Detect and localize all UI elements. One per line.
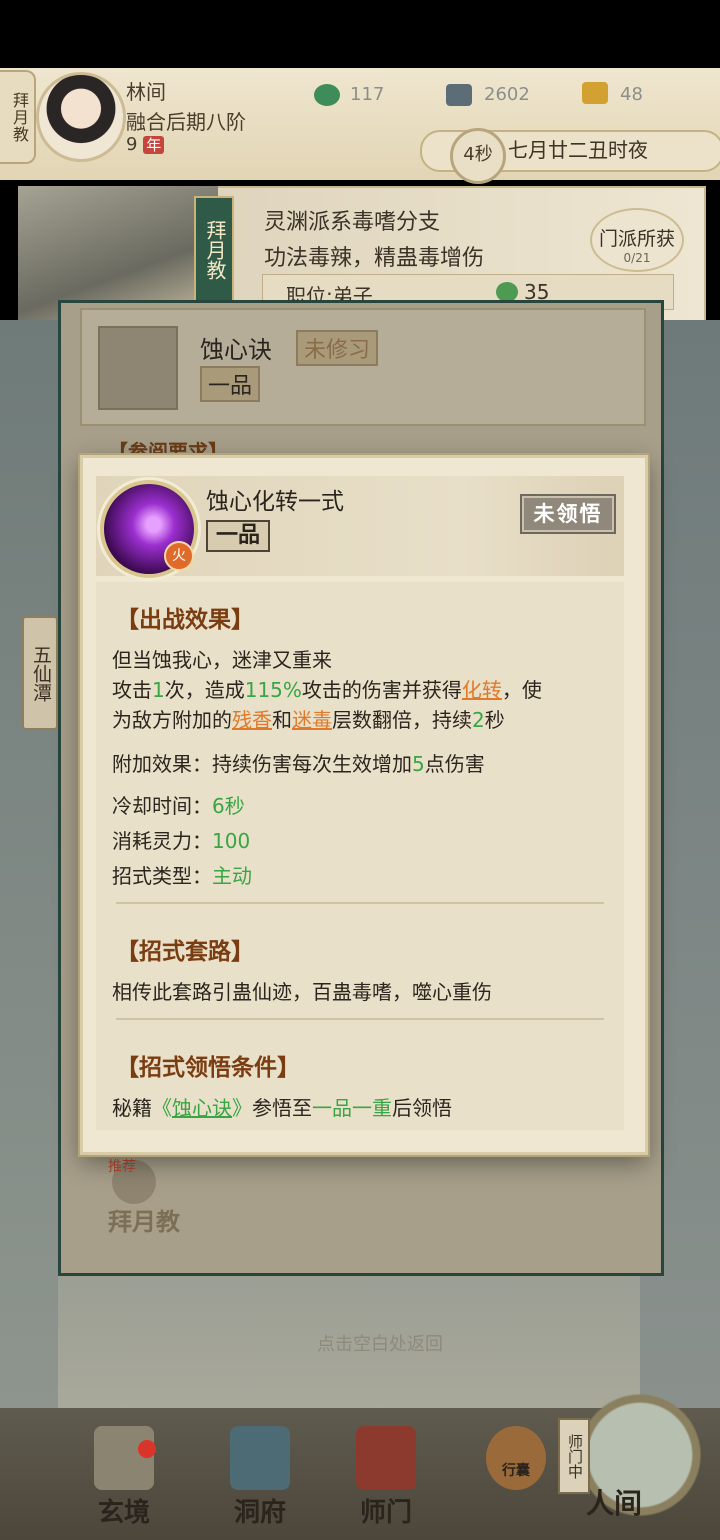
divider [116, 902, 604, 904]
player-name: 林间 [126, 80, 166, 104]
effect-extra: 附加效果：持续伤害每次生效增加5点伤害 [112, 748, 485, 777]
text: 次，造成 [164, 678, 245, 702]
text: 参悟至 [252, 1096, 312, 1120]
mana-row: 消耗灵力：100 [112, 825, 250, 854]
jade-count: 117 [350, 84, 385, 105]
condition-title: 【招式领悟条件】 [116, 1055, 300, 1081]
fire-element-icon: 火 [164, 541, 194, 571]
jade-icon [314, 84, 340, 106]
time-label: 七月廿二丑时夜 [508, 138, 648, 162]
pavilion-icon [230, 1426, 290, 1490]
skill-title: 蚀心化转一式 [206, 489, 344, 515]
recommend-label: 拜月教 [108, 1208, 180, 1236]
left-scenery [0, 320, 58, 1410]
text: 点伤害 [424, 752, 485, 776]
effect-title: 【出战效果】 [116, 607, 254, 633]
text: 为敌方附加的 [112, 708, 232, 732]
keyword-link[interactable]: 化转 [462, 678, 502, 702]
nav-shimen[interactable]: 师门 [346, 1420, 426, 1540]
side-location-tab[interactable]: 五仙潭 [22, 616, 58, 730]
text: 后领悟 [392, 1096, 452, 1120]
nav-dongfu[interactable]: 洞府 [220, 1420, 300, 1540]
nav-renjian-label: 人间 [586, 1487, 643, 1520]
contribution-icon [496, 282, 518, 302]
nav-xuanjing[interactable]: 玄境 [84, 1420, 164, 1540]
effect-line-2: 为敌方附加的残香和迷毒层数翻倍，持续2秒 [112, 704, 505, 733]
sect-rewards-label: 门派所获 [598, 228, 675, 250]
required-level: 一品一重 [312, 1096, 392, 1120]
time-countdown: 4秒 [450, 128, 506, 184]
nav-label: 洞府 [233, 1498, 286, 1528]
cooldown-row: 冷却时间：6秒 [112, 790, 245, 819]
years-value: 9 [126, 134, 138, 155]
player-years: 9 年 [126, 134, 165, 155]
skill-status-badge: 未领悟 [520, 494, 616, 534]
coin-icon [446, 84, 472, 106]
cooldown-value: 6秒 [212, 794, 245, 818]
player-avatar[interactable] [36, 72, 126, 162]
bag-icon [486, 1426, 546, 1490]
keyword-link[interactable]: 迷毒 [292, 708, 332, 732]
text: 攻击的伤害并获得 [301, 678, 462, 702]
text: 层数翻倍，持续 [332, 708, 472, 732]
coin-count: 2602 [484, 84, 530, 105]
hit-count: 1 [152, 678, 165, 702]
nav-label: 行囊 [502, 1463, 530, 1479]
banner-icon [356, 1426, 416, 1490]
trophy-icon [582, 82, 608, 104]
years-unit: 年 [143, 136, 165, 154]
sect-rewards-button[interactable]: 门派所获 0/21 [590, 208, 684, 272]
sect-line-2: 功法毒辣，精蛊毒增伤 [264, 246, 485, 271]
text: 》 [232, 1096, 252, 1120]
text: 秘籍 [112, 1096, 152, 1120]
book-icon [98, 326, 178, 410]
book-grade: 一品 [200, 366, 261, 402]
route-text: 相传此套路引蛊仙迹，百蛊毒嗜，噬心重伤 [112, 980, 492, 1004]
notification-dot [138, 1440, 156, 1458]
mana-value: 100 [212, 829, 251, 853]
condition-text: 秘籍《蚀心诀》参悟至一品一重后领悟 [112, 1092, 452, 1121]
text: 攻击 [112, 678, 152, 702]
player-realm: 融合后期八阶 [126, 110, 246, 134]
effect-line-1: 攻击1次，造成115%攻击的伤害并获得化转，使 [112, 674, 542, 703]
mana-label: 消耗灵力： [112, 829, 212, 853]
cooldown-label: 冷却时间： [112, 794, 212, 818]
sect-flag: 拜月教 [194, 196, 234, 304]
text: ，使 [501, 678, 542, 702]
damage-percent: 115% [244, 678, 302, 702]
trophy-count: 48 [620, 84, 643, 105]
type-label: 招式类型： [112, 864, 212, 888]
duration-value: 2 [472, 708, 485, 732]
text: 和 [272, 708, 292, 732]
type-row: 招式类型：主动 [112, 860, 252, 889]
route-title: 【招式套路】 [116, 939, 254, 965]
close-hint: 点击空白处返回 [317, 1334, 443, 1355]
scroll-icon [94, 1426, 154, 1490]
text: 附加效果：持续伤害每次生效增加 [112, 752, 412, 776]
sect-tab[interactable]: 拜月教 [0, 70, 36, 164]
text: 《 [152, 1096, 172, 1120]
divider [116, 1018, 604, 1020]
keyword-link[interactable]: 残香 [232, 708, 272, 732]
text: 秒 [484, 708, 505, 732]
recommend-tag: 推荐 [108, 1159, 136, 1175]
effect-quote: 但当蚀我心，迷津又重来 [112, 648, 332, 672]
type-value: 主动 [212, 864, 252, 888]
book-status: 未修习 [296, 330, 379, 366]
book-link[interactable]: 蚀心诀 [172, 1096, 232, 1120]
sect-rewards-count: 0/21 [623, 251, 651, 265]
sect-line-1: 灵渊派系毒嗜分支 [264, 210, 441, 235]
skill-grade-badge: 一品 [206, 520, 270, 552]
nav-xingnang[interactable]: 行囊 [476, 1420, 556, 1540]
extra-value: 5 [412, 752, 425, 776]
nav-label: 师门 [359, 1498, 412, 1528]
book-name: 蚀心诀 [200, 336, 272, 364]
nav-label: 玄境 [97, 1498, 150, 1528]
